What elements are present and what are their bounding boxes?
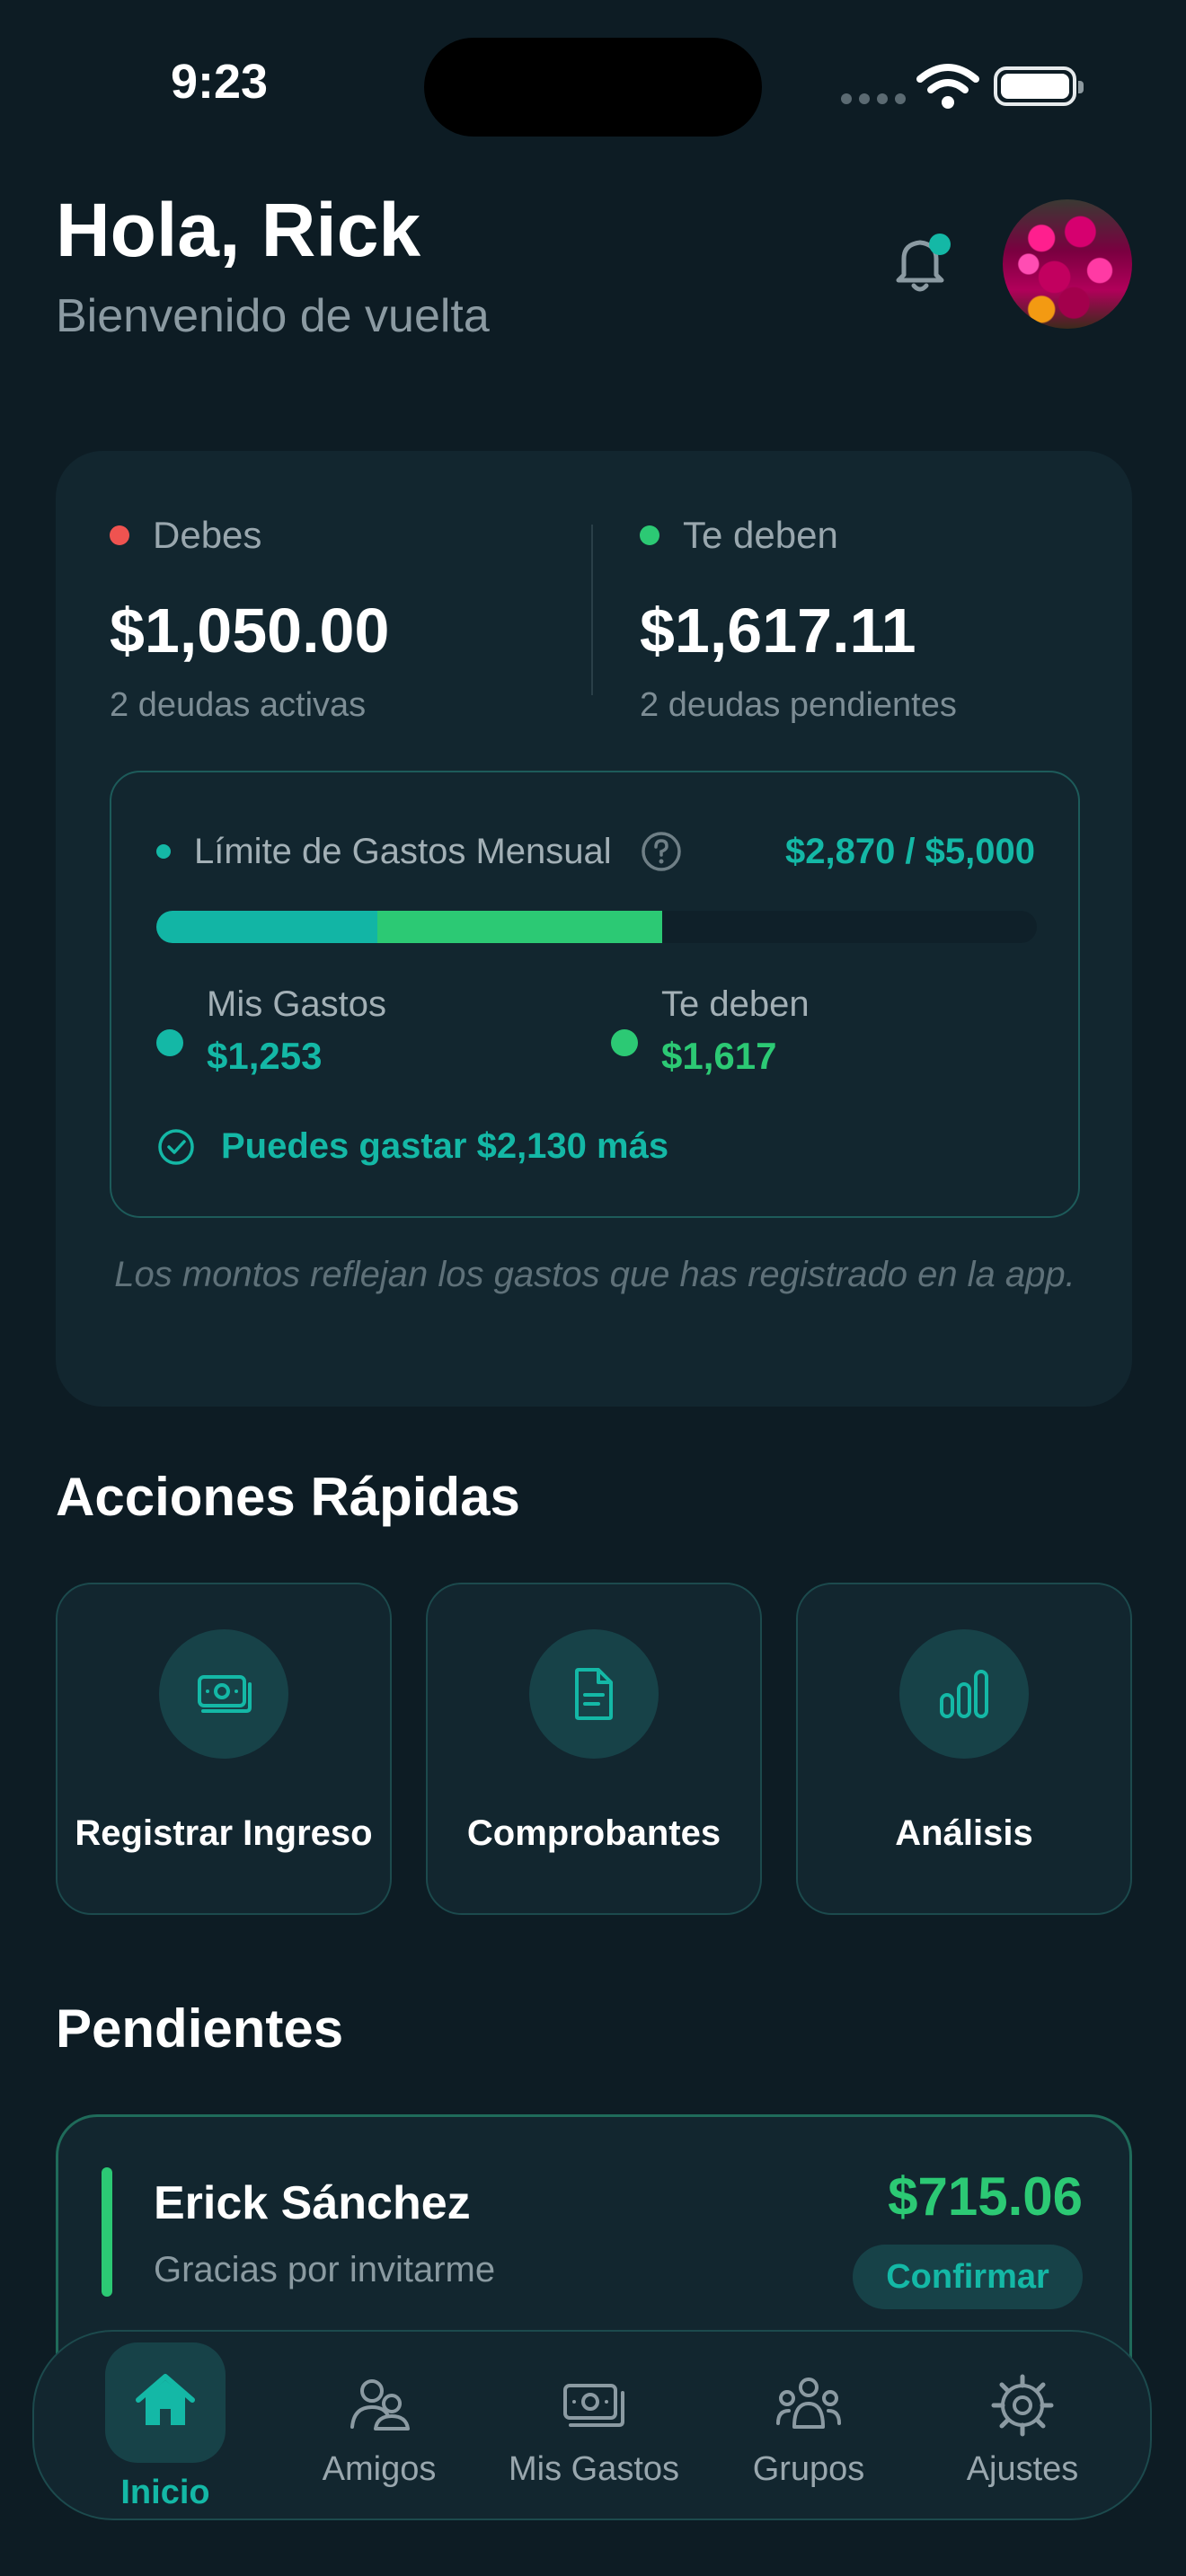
quick-actions-title: Acciones Rápidas: [56, 1467, 520, 1527]
owe-summary: Debes $1,050.00 2 deudas activas: [110, 512, 389, 725]
money-icon: [198, 1675, 252, 1713]
dynamic-island: [424, 38, 762, 137]
pending-accent-bar: [102, 2167, 112, 2297]
document-icon: [575, 1668, 613, 1720]
tab-label: Mis Gastos: [508, 2450, 680, 2488]
help-icon[interactable]: [641, 831, 682, 872]
progress-segment-owed: [376, 911, 662, 943]
owed-label: Te deben: [683, 514, 838, 556]
spending-limit-panel: Límite de Gastos Mensual $2,870 / $5,000…: [110, 771, 1080, 1218]
tab-mis-gastos[interactable]: Mis Gastos: [486, 2332, 702, 2522]
legend-value: $1,617: [661, 1035, 777, 1077]
analysis-button[interactable]: Análisis: [796, 1583, 1132, 1915]
tab-label: Grupos: [752, 2450, 865, 2488]
home-icon: [136, 2374, 195, 2425]
tab-label: Inicio: [120, 2474, 210, 2511]
tab-ajustes[interactable]: Ajustes: [915, 2332, 1130, 2522]
owed-summary: Te deben $1,617.11 2 deudas pendientes: [640, 512, 957, 725]
remaining-budget: Puedes gastar $2,130 más: [156, 1126, 668, 1167]
wifi-icon: [916, 64, 979, 109]
owed-subtitle: 2 deudas pendientes: [640, 686, 957, 724]
users-icon: [350, 2379, 410, 2430]
tab-label: Amigos: [322, 2450, 437, 2488]
action-label: Comprobantes: [466, 1813, 721, 1853]
action-label: Registrar Ingreso: [75, 1813, 373, 1853]
owe-amount: $1,050.00: [110, 595, 390, 666]
limit-dot: [156, 844, 171, 859]
summary-note: Los montos reflejan los gastos que has r…: [114, 1255, 1075, 1294]
greeting-subtitle: Bienvenido de vuelta: [56, 290, 490, 342]
gear-icon: [991, 2374, 1054, 2437]
receipts-button[interactable]: Comprobantes: [426, 1583, 762, 1915]
group-icon: [776, 2378, 841, 2429]
bar-chart-icon: [940, 1670, 988, 1718]
legend-dot: [611, 1029, 638, 1056]
tab-inicio[interactable]: Inicio: [58, 2332, 273, 2522]
owe-subtitle: 2 deudas activas: [110, 686, 367, 724]
legend-dot: [156, 1029, 183, 1056]
notification-badge: [929, 234, 951, 255]
balance-summary-card: Debes $1,050.00 2 deudas activas Te debe…: [56, 451, 1132, 1407]
battery-icon: [994, 66, 1084, 106]
owed-dot: [640, 525, 659, 545]
owe-dot: [110, 525, 129, 545]
limit-label: Límite de Gastos Mensual: [194, 831, 612, 871]
divider: [591, 525, 593, 695]
cellular-signal-icon: [841, 93, 906, 104]
pending-note: Gracias por invitarme: [154, 2250, 496, 2289]
spending-progress-bar: [156, 911, 1037, 943]
greeting: Hola, Rick: [56, 188, 421, 272]
action-label: Análisis: [895, 1813, 1033, 1853]
legend-label: Te deben: [661, 984, 810, 1024]
owed-amount: $1,617.11: [640, 595, 916, 666]
register-income-button[interactable]: Registrar Ingreso: [56, 1583, 392, 1915]
pending-amount: $715.06: [888, 2166, 1083, 2227]
progress-segment-my-expenses: [156, 911, 377, 943]
tab-bar: Inicio Amigos Mis Gastos Grupos Ajustes: [32, 2330, 1152, 2520]
tab-amigos[interactable]: Amigos: [271, 2332, 487, 2522]
pending-name: Erick Sánchez: [154, 2177, 471, 2229]
legend-label: Mis Gastos: [207, 984, 387, 1024]
remaining-budget-text: Puedes gastar $2,130 más: [221, 1126, 669, 1166]
legend-value: $1,253: [207, 1035, 323, 1077]
money-icon: [563, 2384, 624, 2427]
avatar[interactable]: [1003, 199, 1132, 329]
owe-label: Debes: [153, 514, 262, 556]
confirm-button[interactable]: Confirmar: [853, 2245, 1083, 2309]
pending-title: Pendientes: [56, 1998, 344, 2059]
status-bar: 9:23: [0, 0, 1186, 171]
status-time: 9:23: [171, 55, 269, 109]
tab-grupos[interactable]: Grupos: [701, 2332, 916, 2522]
check-circle-icon: [158, 1128, 194, 1165]
limit-value: $2,870 / $5,000: [784, 831, 1035, 871]
quick-actions: Registrar Ingreso Comprobantes Análisis: [56, 1583, 1132, 1915]
tab-label: Ajustes: [966, 2450, 1079, 2488]
